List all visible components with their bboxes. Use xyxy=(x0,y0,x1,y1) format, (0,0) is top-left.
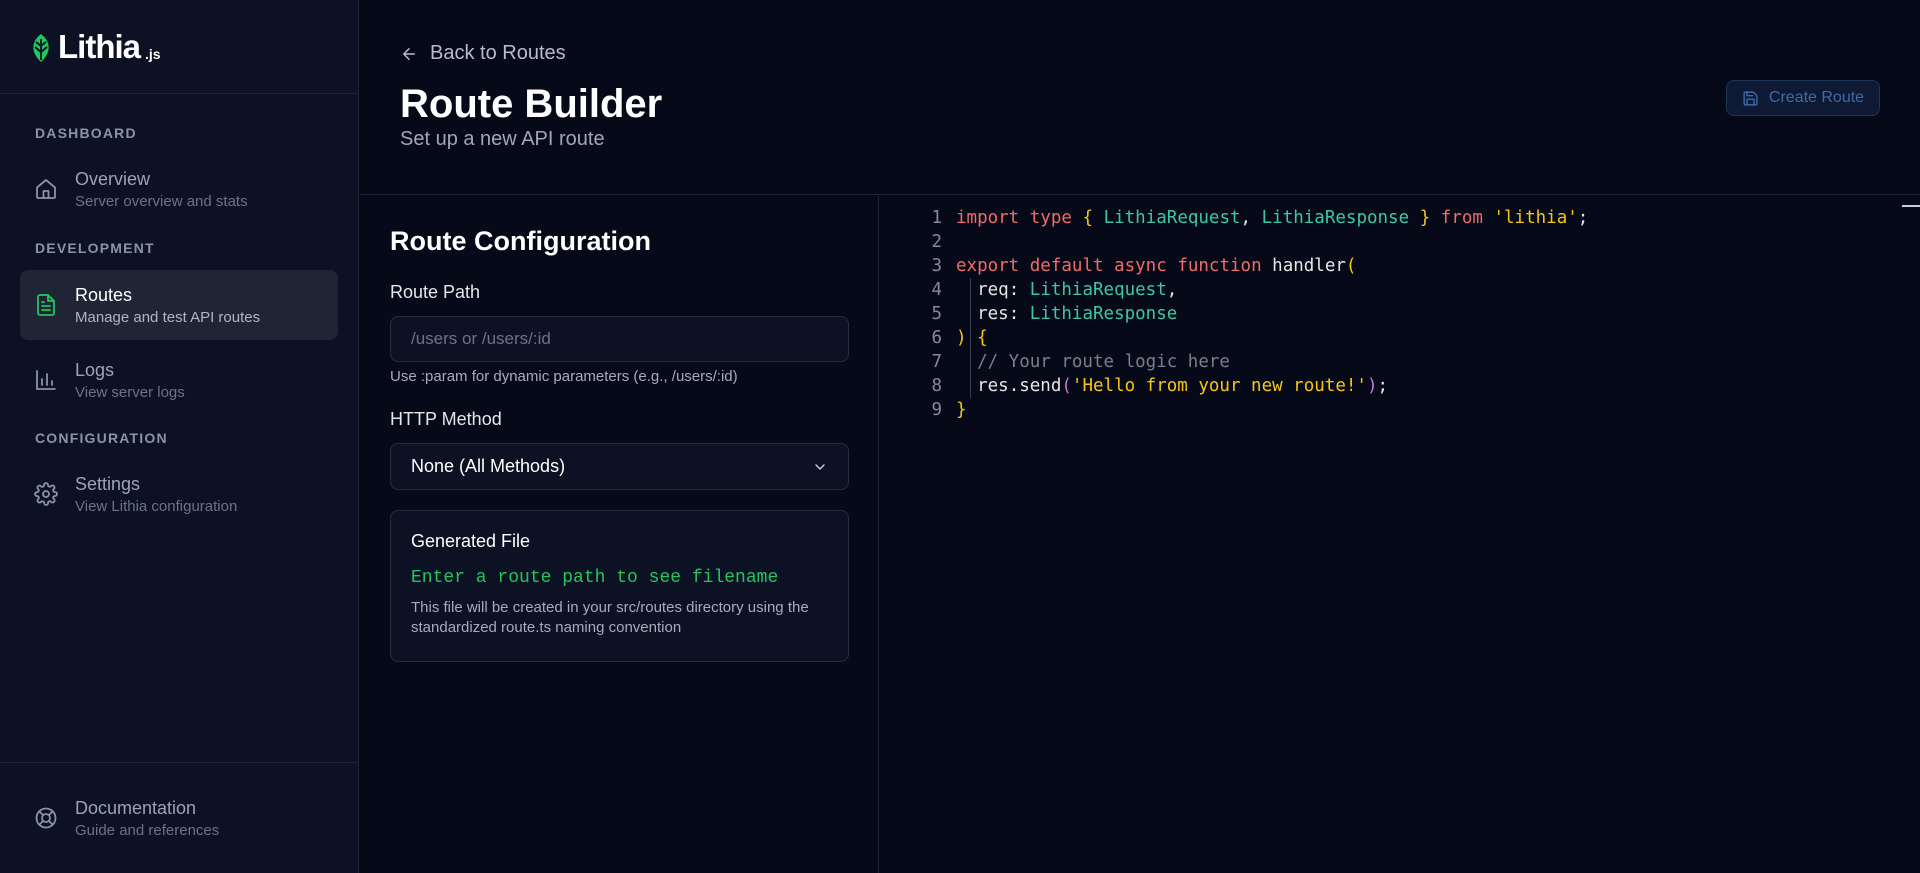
code-line: 8 res.send('Hello from your new route!')… xyxy=(880,374,1388,398)
sidebar-item-settings[interactable]: Settings View Lithia configuration xyxy=(20,460,338,528)
sidebar-item-subtitle: Manage and test API routes xyxy=(75,308,261,326)
section-label-configuration: CONFIGURATION xyxy=(35,430,168,446)
sidebar-item-title: Settings xyxy=(75,473,141,494)
sidebar-item-title: Documentation xyxy=(75,797,197,818)
code-line: 6 ) { xyxy=(880,326,987,350)
code-line: 4 req: LithiaRequest, xyxy=(880,278,1177,302)
leaf-logo-icon xyxy=(33,34,49,62)
logo-area: Lithia .js xyxy=(0,0,358,94)
route-path-label: Route Path xyxy=(390,282,481,302)
route-path-hint: Use :param for dynamic parameters (e.g.,… xyxy=(390,368,738,385)
generated-file-card: Generated File Enter a route path to see… xyxy=(390,510,849,662)
scrollbar-indicator[interactable] xyxy=(1902,205,1920,207)
sidebar-item-title: Overview xyxy=(75,168,151,189)
code-editor[interactable]: 1 import type { LithiaRequest, LithiaRes… xyxy=(880,196,1920,873)
page-subtitle: Set up a new API route xyxy=(400,128,605,150)
sidebar: Lithia .js DASHBOARD Overview Server ove… xyxy=(0,0,359,873)
code-line: 2 xyxy=(880,230,956,254)
file-text-icon xyxy=(37,294,55,316)
chevron-down-icon xyxy=(815,463,825,470)
back-to-routes-link[interactable]: Back to Routes xyxy=(400,42,566,65)
sidebar-footer: Documentation Guide and references xyxy=(0,762,358,873)
line-number: 9 xyxy=(931,400,942,420)
save-icon xyxy=(1743,90,1758,106)
sidebar-item-routes[interactable]: Routes Manage and test API routes xyxy=(20,270,338,340)
gear-icon xyxy=(34,482,58,506)
http-method-label: HTTP Method xyxy=(390,409,502,429)
logo-suffix: .js xyxy=(145,46,161,62)
lifebuoy-icon xyxy=(35,807,57,829)
sidebar-item-documentation[interactable]: Documentation Guide and references xyxy=(20,784,338,852)
generated-file-title: Generated File xyxy=(411,531,531,551)
line-number: 3 xyxy=(931,256,942,276)
code-line: 5 res: LithiaResponse xyxy=(880,302,1177,326)
code-line: 9 } xyxy=(880,398,966,422)
generated-file-description: This file will be created in your src/ro… xyxy=(411,599,809,636)
code-line: 3 export default async function handler( xyxy=(880,254,1356,278)
section-label-dashboard: DASHBOARD xyxy=(35,125,137,141)
sidebar-item-title: Logs xyxy=(75,359,115,380)
home-icon xyxy=(36,179,56,199)
page-header: Back to Routes Route Builder Set up a ne… xyxy=(360,0,1920,195)
back-link-label: Back to Routes xyxy=(430,42,566,64)
arrow-left-icon xyxy=(403,47,415,60)
sidebar-item-overview[interactable]: Overview Server overview and stats xyxy=(20,155,338,223)
http-method-select[interactable]: None (All Methods) xyxy=(390,443,849,490)
line-number: 2 xyxy=(931,232,942,252)
line-number: 8 xyxy=(931,376,942,396)
line-number: 5 xyxy=(931,304,942,324)
line-number: 4 xyxy=(931,280,942,300)
create-route-button[interactable]: Create Route xyxy=(1726,80,1880,116)
logo-name: Lithia xyxy=(58,28,141,65)
http-method-value: None (All Methods) xyxy=(411,456,566,476)
sidebar-item-logs[interactable]: Logs View server logs xyxy=(20,346,338,414)
line-number: 7 xyxy=(931,352,942,372)
sidebar-item-subtitle: Guide and references xyxy=(75,821,220,839)
lithia-logo[interactable]: Lithia .js xyxy=(28,30,161,63)
code-line: 7 // Your route logic here xyxy=(880,350,1230,374)
line-number: 6 xyxy=(931,328,942,348)
create-route-label: Create Route xyxy=(1768,89,1865,106)
generated-file-path: Enter a route path to see filename xyxy=(411,568,779,588)
bar-chart-icon xyxy=(36,370,56,390)
code-line: 1 import type { LithiaRequest, LithiaRes… xyxy=(880,206,1588,230)
route-configuration-panel: Route Configuration Route Path Use :para… xyxy=(360,196,879,873)
page-title: Route Builder xyxy=(400,82,663,126)
section-label-development: DEVELOPMENT xyxy=(35,240,155,256)
sidebar-item-title: Routes xyxy=(75,284,133,305)
panel-title: Route Configuration xyxy=(390,226,651,256)
sidebar-item-subtitle: View server logs xyxy=(75,383,185,401)
route-path-input[interactable] xyxy=(390,316,849,362)
sidebar-item-subtitle: Server overview and stats xyxy=(75,192,248,210)
line-number: 1 xyxy=(931,208,942,228)
sidebar-item-subtitle: View Lithia configuration xyxy=(75,497,238,515)
